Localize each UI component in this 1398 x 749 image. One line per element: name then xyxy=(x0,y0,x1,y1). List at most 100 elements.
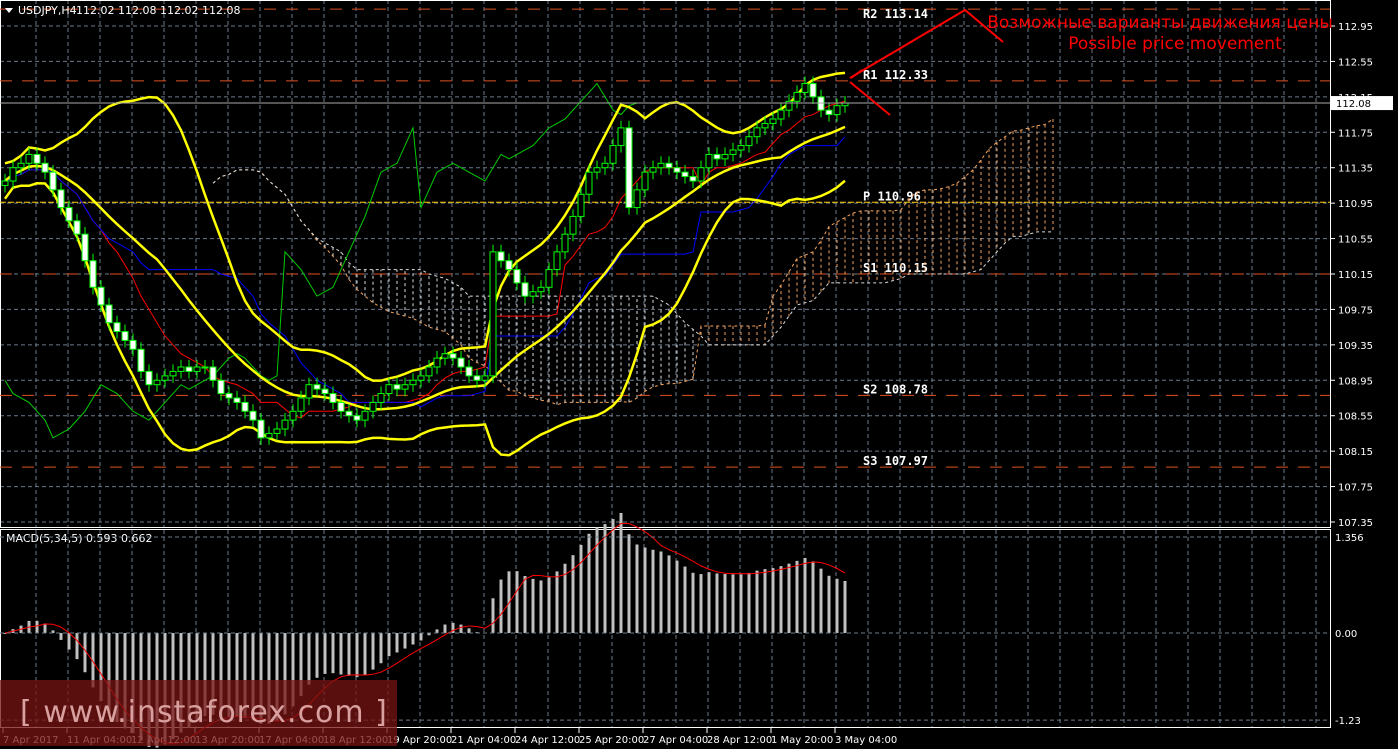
pivot-label-s2: S2 108.78 xyxy=(863,382,928,396)
macd-histogram-bar xyxy=(515,571,519,633)
bear-candle xyxy=(473,375,481,381)
macd-histogram-bar xyxy=(803,557,807,633)
bull-candle xyxy=(737,145,745,151)
macd-histogram-bar xyxy=(779,566,783,633)
bear-candle xyxy=(713,153,721,160)
macd-histogram-bar xyxy=(691,572,695,633)
bear-candle xyxy=(465,366,473,377)
bull-candle xyxy=(609,145,617,164)
price-axis-label: 107.35 xyxy=(1338,518,1373,529)
macd-histogram-bar xyxy=(651,549,655,633)
bull-candle xyxy=(193,366,201,372)
pivot-label-r2: R2 113.14 xyxy=(863,7,928,21)
bear-candle xyxy=(665,162,673,169)
arrow-head xyxy=(850,69,863,79)
bull-candle xyxy=(369,401,377,412)
macd-histogram-bar xyxy=(659,551,663,633)
bull-candle xyxy=(761,122,769,129)
bull-candle xyxy=(577,193,585,217)
bear-candle xyxy=(505,260,513,271)
time-axis-label: 28 Apr 12:00 xyxy=(707,735,772,746)
price-axis-label: 110.55 xyxy=(1338,235,1373,246)
bull-candle xyxy=(401,384,409,390)
bull-candle xyxy=(617,127,625,147)
bull-candle xyxy=(441,353,449,359)
macd-histogram-bar xyxy=(611,519,615,633)
macd-histogram-bar xyxy=(603,524,607,633)
bull-candle xyxy=(769,118,777,124)
bear-candle xyxy=(457,357,465,368)
bear-candle xyxy=(121,331,129,341)
annotation-ru: Возможные варианты движения цены xyxy=(987,13,1333,33)
macd-histogram-bar xyxy=(571,555,575,633)
price-axis-label: 111.75 xyxy=(1338,128,1373,139)
bear-candle xyxy=(625,127,633,209)
macd-histogram-bar xyxy=(307,633,311,685)
macd-histogram-bar xyxy=(499,579,503,633)
macd-histogram-bar xyxy=(827,575,831,633)
bull-candle xyxy=(641,171,649,191)
bull-candle xyxy=(289,410,297,421)
time-axis-label: 27 Apr 04:00 xyxy=(643,735,708,746)
bull-candle xyxy=(793,91,801,102)
chart-canvas[interactable]: 112.95112.55112.15111.75111.35110.95110.… xyxy=(0,0,1398,749)
macd-axis-label: -1.23 xyxy=(1335,716,1361,727)
symbol-timeframe: USDJPY,H4 xyxy=(18,4,77,17)
bull-candle xyxy=(745,136,753,147)
bear-candle xyxy=(825,109,833,116)
bear-candle xyxy=(497,251,505,262)
price-axis-label: 110.95 xyxy=(1338,199,1373,210)
macd-histogram-bar xyxy=(739,574,743,633)
macd-histogram-bar xyxy=(411,633,415,645)
macd-histogram-bar xyxy=(523,576,527,633)
bear-candle xyxy=(241,401,249,412)
bear-candle xyxy=(329,393,337,403)
macd-histogram-bar xyxy=(667,555,671,633)
macd-histogram-bar xyxy=(643,547,647,633)
macd-histogram-bar xyxy=(379,633,383,664)
macd-histogram-bar xyxy=(579,544,583,633)
bull-candle xyxy=(377,393,385,403)
macd-histogram-bar xyxy=(531,578,535,633)
macd-histogram-bar xyxy=(699,574,703,633)
bear-candle xyxy=(65,207,73,222)
bull-candle xyxy=(801,83,809,93)
bear-candle xyxy=(57,189,65,209)
macd-histogram-bar xyxy=(715,573,719,633)
bear-candle xyxy=(113,322,121,333)
pivot-label-r1: R1 112.33 xyxy=(863,68,928,82)
bear-candle xyxy=(689,176,697,182)
macd-histogram-bar xyxy=(323,633,327,674)
bear-candle xyxy=(137,348,145,372)
macd-histogram-bar xyxy=(355,633,359,678)
macd-histogram-bar xyxy=(43,623,47,633)
macd-histogram-bar xyxy=(731,574,735,633)
bear-candle xyxy=(41,162,49,173)
macd-histogram-bar xyxy=(795,560,799,633)
macd-axis-label: 1.356 xyxy=(1335,533,1364,544)
macd-histogram-bar xyxy=(59,633,63,640)
price-axis-label: 108.95 xyxy=(1338,376,1373,387)
macd-label: MACD(5,34,5) 0.593 0.662 xyxy=(6,532,153,545)
macd-histogram-bar xyxy=(819,568,823,633)
bull-candle xyxy=(481,375,489,381)
arrow-down-line xyxy=(849,81,891,116)
time-axis-label: 24 Apr 12:00 xyxy=(515,735,580,746)
bear-candle xyxy=(313,384,321,390)
macd-histogram-bar xyxy=(619,512,623,633)
bull-candle xyxy=(561,233,569,253)
macd-histogram-bar xyxy=(635,544,639,633)
macd-histogram-bar xyxy=(707,572,711,633)
price-axis-label: 108.55 xyxy=(1338,412,1373,423)
dropdown-triangle-icon[interactable] xyxy=(5,8,13,13)
bear-candle xyxy=(145,370,153,386)
macd-histogram-bar xyxy=(555,571,559,633)
bull-candle xyxy=(25,153,33,164)
bull-candle xyxy=(833,105,841,116)
bear-candle xyxy=(97,286,105,306)
macd-histogram-bar xyxy=(595,527,599,633)
macd-histogram-bar xyxy=(443,624,447,633)
bull-candle xyxy=(753,127,761,138)
bull-candle xyxy=(777,109,785,120)
macd-histogram-bar xyxy=(339,633,343,675)
